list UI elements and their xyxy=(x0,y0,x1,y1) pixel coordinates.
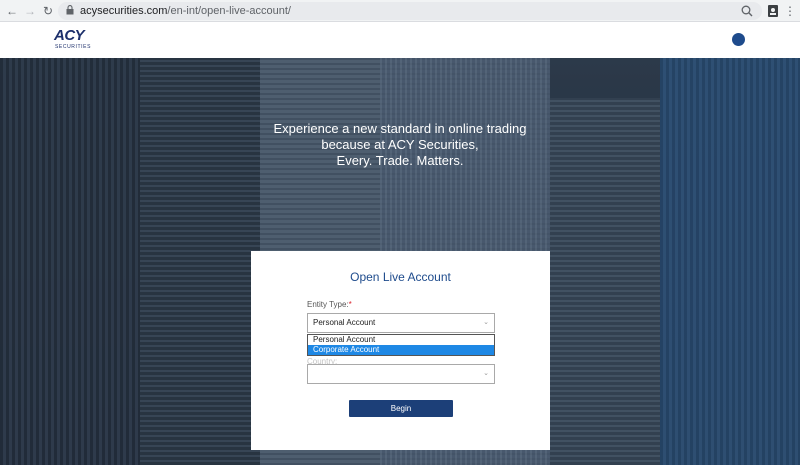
begin-button[interactable]: Begin xyxy=(349,400,453,417)
chat-icon[interactable] xyxy=(732,33,745,46)
country-select[interactable]: ⌄ xyxy=(307,364,495,384)
menu-kebab-icon[interactable]: ⋮ xyxy=(782,3,798,19)
form-title: Open Live Account xyxy=(350,270,451,284)
option-personal-account[interactable]: Personal Account xyxy=(308,335,494,345)
hero-tagline: Experience a new standard in online trad… xyxy=(273,121,527,168)
open-account-form: Open Live Account Entity Type:* Personal… xyxy=(251,251,550,450)
entity-type-label: Entity Type:* xyxy=(307,300,352,309)
site-header: ACY SECURITIES xyxy=(0,22,800,58)
acy-logo[interactable]: ACY SECURITIES xyxy=(54,27,96,53)
lock-icon xyxy=(66,5,74,15)
back-icon[interactable]: ← xyxy=(4,3,20,19)
reload-icon[interactable]: ↻ xyxy=(40,3,56,19)
option-corporate-account[interactable]: Corporate Account xyxy=(308,345,494,355)
chevron-down-icon: ⌄ xyxy=(483,319,489,326)
zoom-icon[interactable] xyxy=(740,4,754,18)
url-text: acysecurities.com/en-int/open-live-accou… xyxy=(80,5,291,17)
entity-type-dropdown: Personal Account Corporate Account xyxy=(307,334,495,356)
profile-icon[interactable] xyxy=(765,3,781,19)
entity-type-select[interactable]: Personal Account ⌄ xyxy=(307,313,495,333)
address-bar[interactable]: acysecurities.com/en-int/open-live-accou… xyxy=(58,2,762,20)
browser-toolbar: ← → ↻ acysecurities.com/en-int/open-live… xyxy=(0,0,800,22)
forward-icon[interactable]: → xyxy=(22,3,38,19)
chevron-down-icon: ⌄ xyxy=(483,370,489,377)
